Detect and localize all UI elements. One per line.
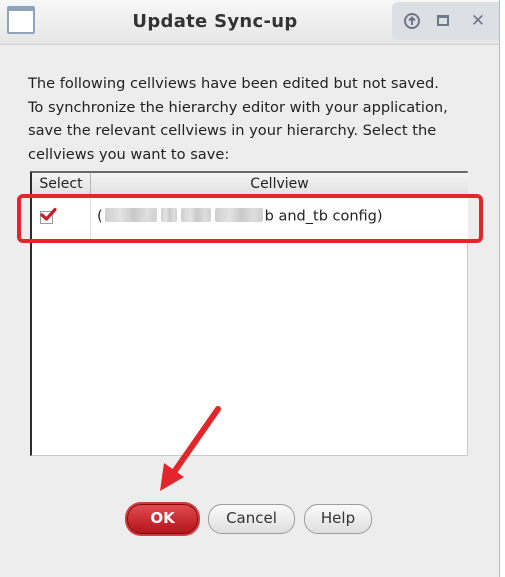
- column-header-select[interactable]: Select: [32, 173, 91, 195]
- window-title: Update Sync-up: [132, 11, 298, 32]
- title-bar[interactable]: Update Sync-up ✕: [0, 0, 499, 45]
- maximize-icon[interactable]: [437, 15, 449, 26]
- annotation-arrow-icon: [160, 406, 221, 491]
- close-icon[interactable]: ✕: [468, 11, 488, 31]
- window-controls: ✕: [392, 2, 499, 40]
- annotation-highlight-box: [17, 194, 483, 243]
- list-header: Select Cellview: [32, 173, 468, 196]
- help-button[interactable]: Help: [304, 504, 372, 534]
- arrow-up-icon[interactable]: [402, 11, 422, 31]
- column-header-cellview[interactable]: Cellview: [91, 173, 468, 195]
- description-text: The following cellviews have been edited…: [28, 75, 448, 163]
- update-sync-up-dialog: Update Sync-up ✕ The following cellviews…: [0, 0, 500, 577]
- ok-button[interactable]: OK: [127, 504, 198, 534]
- cancel-button[interactable]: Cancel: [208, 504, 295, 534]
